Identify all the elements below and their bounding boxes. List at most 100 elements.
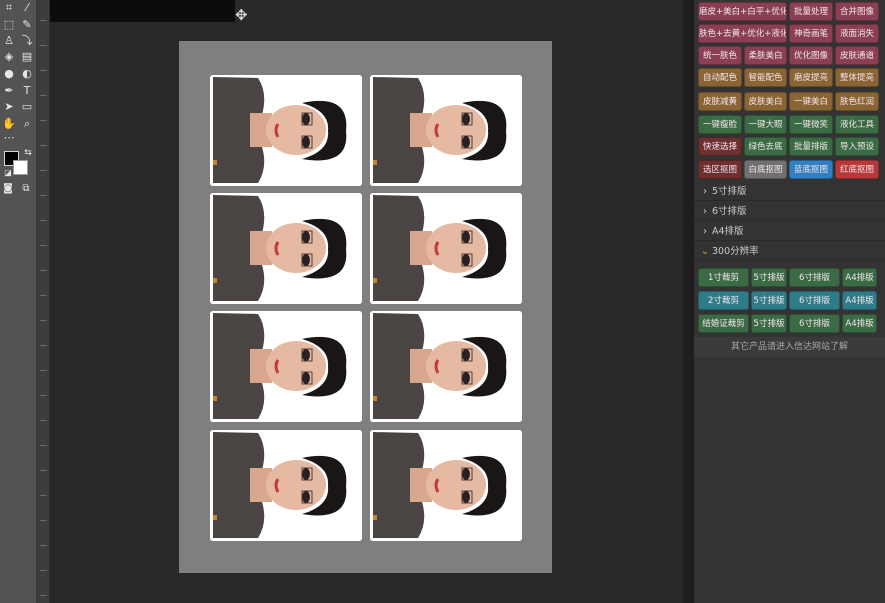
- eyedropper-icon[interactable]: ⁄: [20, 1, 34, 15]
- panel-button-r6c1[interactable]: 绿色去底: [744, 137, 787, 156]
- panel-button-r6c2[interactable]: 批量排版: [789, 137, 833, 156]
- res-button-r1c3[interactable]: A4排版: [842, 291, 877, 310]
- rectangle-icon[interactable]: ▭: [20, 100, 34, 114]
- panel-button-r5c2[interactable]: 一键微笑: [789, 115, 833, 134]
- id-photo-7: [210, 430, 362, 541]
- panel-button-r1c0[interactable]: 肤色+去黄+优化+液化: [698, 24, 787, 43]
- vertical-ruler: [37, 0, 50, 603]
- res-button-r2c1[interactable]: 5寸排版: [751, 314, 787, 333]
- panel-button-r2c3[interactable]: 皮肤通道: [835, 46, 879, 65]
- chevron-right-icon: ›: [703, 226, 707, 237]
- hand-icon[interactable]: ✋: [2, 117, 16, 131]
- crop-icon[interactable]: ⌗: [2, 1, 16, 15]
- id-photo-6: [370, 311, 522, 422]
- chevron-right-icon: ›: [703, 186, 707, 197]
- section-header-2[interactable]: › A4排版: [694, 222, 885, 241]
- panel-button-r7c3[interactable]: 红底抠图: [835, 160, 879, 179]
- panel-button-r0c1[interactable]: 批量处理: [789, 2, 833, 21]
- options-bar-fragment: [50, 0, 235, 22]
- quick-mask-icon[interactable]: ◙: [1, 182, 15, 196]
- dodge-icon[interactable]: ◐: [20, 67, 34, 81]
- panel-button-r5c3[interactable]: 液化工具: [835, 115, 879, 134]
- more-icon[interactable]: ⋯: [2, 131, 16, 145]
- plugin-panel: 磨皮+美白+白平+优化 批量处理 合并图像肤色+去黄+优化+液化 神奇画笔 液面消失统一…: [694, 0, 885, 603]
- pen-icon[interactable]: ✒: [2, 84, 16, 98]
- id-photo-2: [370, 75, 522, 186]
- section-header-3[interactable]: ⌄ 300分辨率: [694, 242, 885, 261]
- res-button-r2c2[interactable]: 6寸排版: [789, 314, 840, 333]
- print-sheet[interactable]: [179, 41, 552, 573]
- panel-button-r0c0[interactable]: 磨皮+美白+白平+优化: [698, 2, 787, 21]
- section-label: 5寸排版: [712, 186, 747, 197]
- gradient-icon[interactable]: ▤: [20, 50, 34, 64]
- panel-button-r7c2[interactable]: 蓝底抠图: [789, 160, 833, 179]
- zoom-icon[interactable]: ⌕: [20, 117, 34, 131]
- panel-button-r4c2[interactable]: 一键美白: [789, 92, 833, 111]
- section-header-1[interactable]: › 6寸排版: [694, 202, 885, 221]
- eraser-icon[interactable]: ◈: [2, 50, 16, 64]
- section-label: 300分辨率: [712, 246, 759, 257]
- panel-button-r7c1[interactable]: 白底抠图: [744, 160, 787, 179]
- panel-button-r1c2[interactable]: 液面消失: [835, 24, 879, 43]
- portrait-image: [370, 75, 522, 186]
- screen-mode-icon[interactable]: ⧉: [19, 182, 33, 196]
- footer-note: 其它产品请进入信达网站了解: [694, 337, 885, 357]
- portrait-image: [370, 311, 522, 422]
- panel-button-r4c3[interactable]: 肤色红润: [835, 92, 879, 111]
- panel-button-r0c2[interactable]: 合并图像: [835, 2, 879, 21]
- id-photo-8: [370, 430, 522, 541]
- type-icon[interactable]: T: [20, 84, 34, 98]
- panel-button-r6c0[interactable]: 快速选择: [698, 137, 742, 156]
- panel-divider[interactable]: [683, 0, 694, 603]
- history-brush-icon[interactable]: ⤵: [20, 34, 34, 48]
- panel-button-r4c1[interactable]: 皮肤美白: [744, 92, 787, 111]
- portrait-image: [210, 193, 362, 304]
- res-button-r0c3[interactable]: A4排版: [842, 268, 877, 287]
- panel-button-r1c1[interactable]: 神奇画笔: [789, 24, 833, 43]
- id-photo-1: [210, 75, 362, 186]
- default-colors-icon[interactable]: ◪: [1, 166, 15, 180]
- brush-icon[interactable]: ✎: [20, 18, 34, 32]
- panel-button-r5c1[interactable]: 一键大眼: [744, 115, 787, 134]
- chevron-down-icon: ⌄: [700, 246, 710, 257]
- section-header-0[interactable]: › 5寸排版: [694, 182, 885, 201]
- panel-button-r2c1[interactable]: 柔肤美白: [744, 46, 787, 65]
- stamp-icon[interactable]: ♙: [2, 34, 16, 48]
- res-button-r0c2[interactable]: 6寸排版: [789, 268, 840, 287]
- panel-button-r5c0[interactable]: 一键瘦脸: [698, 115, 742, 134]
- photoshop-window: ⌗ ⁄ ⬚ ✎ ♙ ⤵ ◈ ▤ ● ◐ ✒ T ➤ ▭ ✋ ⌕ ⋯ ⇆ ◪ ◙ …: [0, 0, 885, 603]
- portrait-image: [210, 430, 362, 541]
- panel-button-r3c3[interactable]: 整体提亮: [835, 68, 879, 87]
- id-photo-3: [210, 193, 362, 304]
- panel-button-r3c0[interactable]: 自动配色: [698, 68, 742, 87]
- panel-button-r4c0[interactable]: 皮肤减黄: [698, 92, 742, 111]
- res-button-r1c2[interactable]: 6寸排版: [789, 291, 840, 310]
- path-select-icon[interactable]: ➤: [2, 100, 16, 114]
- marquee-icon[interactable]: ⬚: [2, 18, 16, 32]
- id-photo-4: [370, 193, 522, 304]
- blur-icon[interactable]: ●: [2, 67, 16, 81]
- chevron-right-icon: ›: [703, 206, 707, 217]
- res-button-r0c1[interactable]: 5寸排版: [751, 268, 787, 287]
- res-button-r1c1[interactable]: 5寸排版: [751, 291, 787, 310]
- panel-button-r3c2[interactable]: 磨皮提亮: [789, 68, 833, 87]
- res-button-r0c0[interactable]: 1寸裁剪: [698, 268, 749, 287]
- portrait-image: [370, 193, 522, 304]
- panel-button-r2c2[interactable]: 优化图像: [789, 46, 833, 65]
- panel-button-r7c0[interactable]: 选区抠图: [698, 160, 742, 179]
- res-button-r2c0[interactable]: 结婚证裁剪: [698, 314, 749, 333]
- panel-button-r3c1[interactable]: 智能配色: [744, 68, 787, 87]
- id-photo-5: [210, 311, 362, 422]
- background-color-swatch[interactable]: [13, 160, 28, 175]
- section-label: 6寸排版: [712, 206, 747, 217]
- canvas-area[interactable]: ✥: [50, 0, 683, 603]
- portrait-image: [210, 75, 362, 186]
- res-button-r1c0[interactable]: 2寸裁剪: [698, 291, 749, 310]
- portrait-image: [210, 311, 362, 422]
- portrait-image: [370, 430, 522, 541]
- panel-button-r6c3[interactable]: 导入预设: [835, 137, 879, 156]
- move-cursor-icon: ✥: [235, 6, 248, 24]
- res-button-r2c3[interactable]: A4排版: [842, 314, 877, 333]
- swap-colors-icon[interactable]: ⇆: [21, 146, 35, 160]
- panel-button-r2c0[interactable]: 统一肤色: [698, 46, 742, 65]
